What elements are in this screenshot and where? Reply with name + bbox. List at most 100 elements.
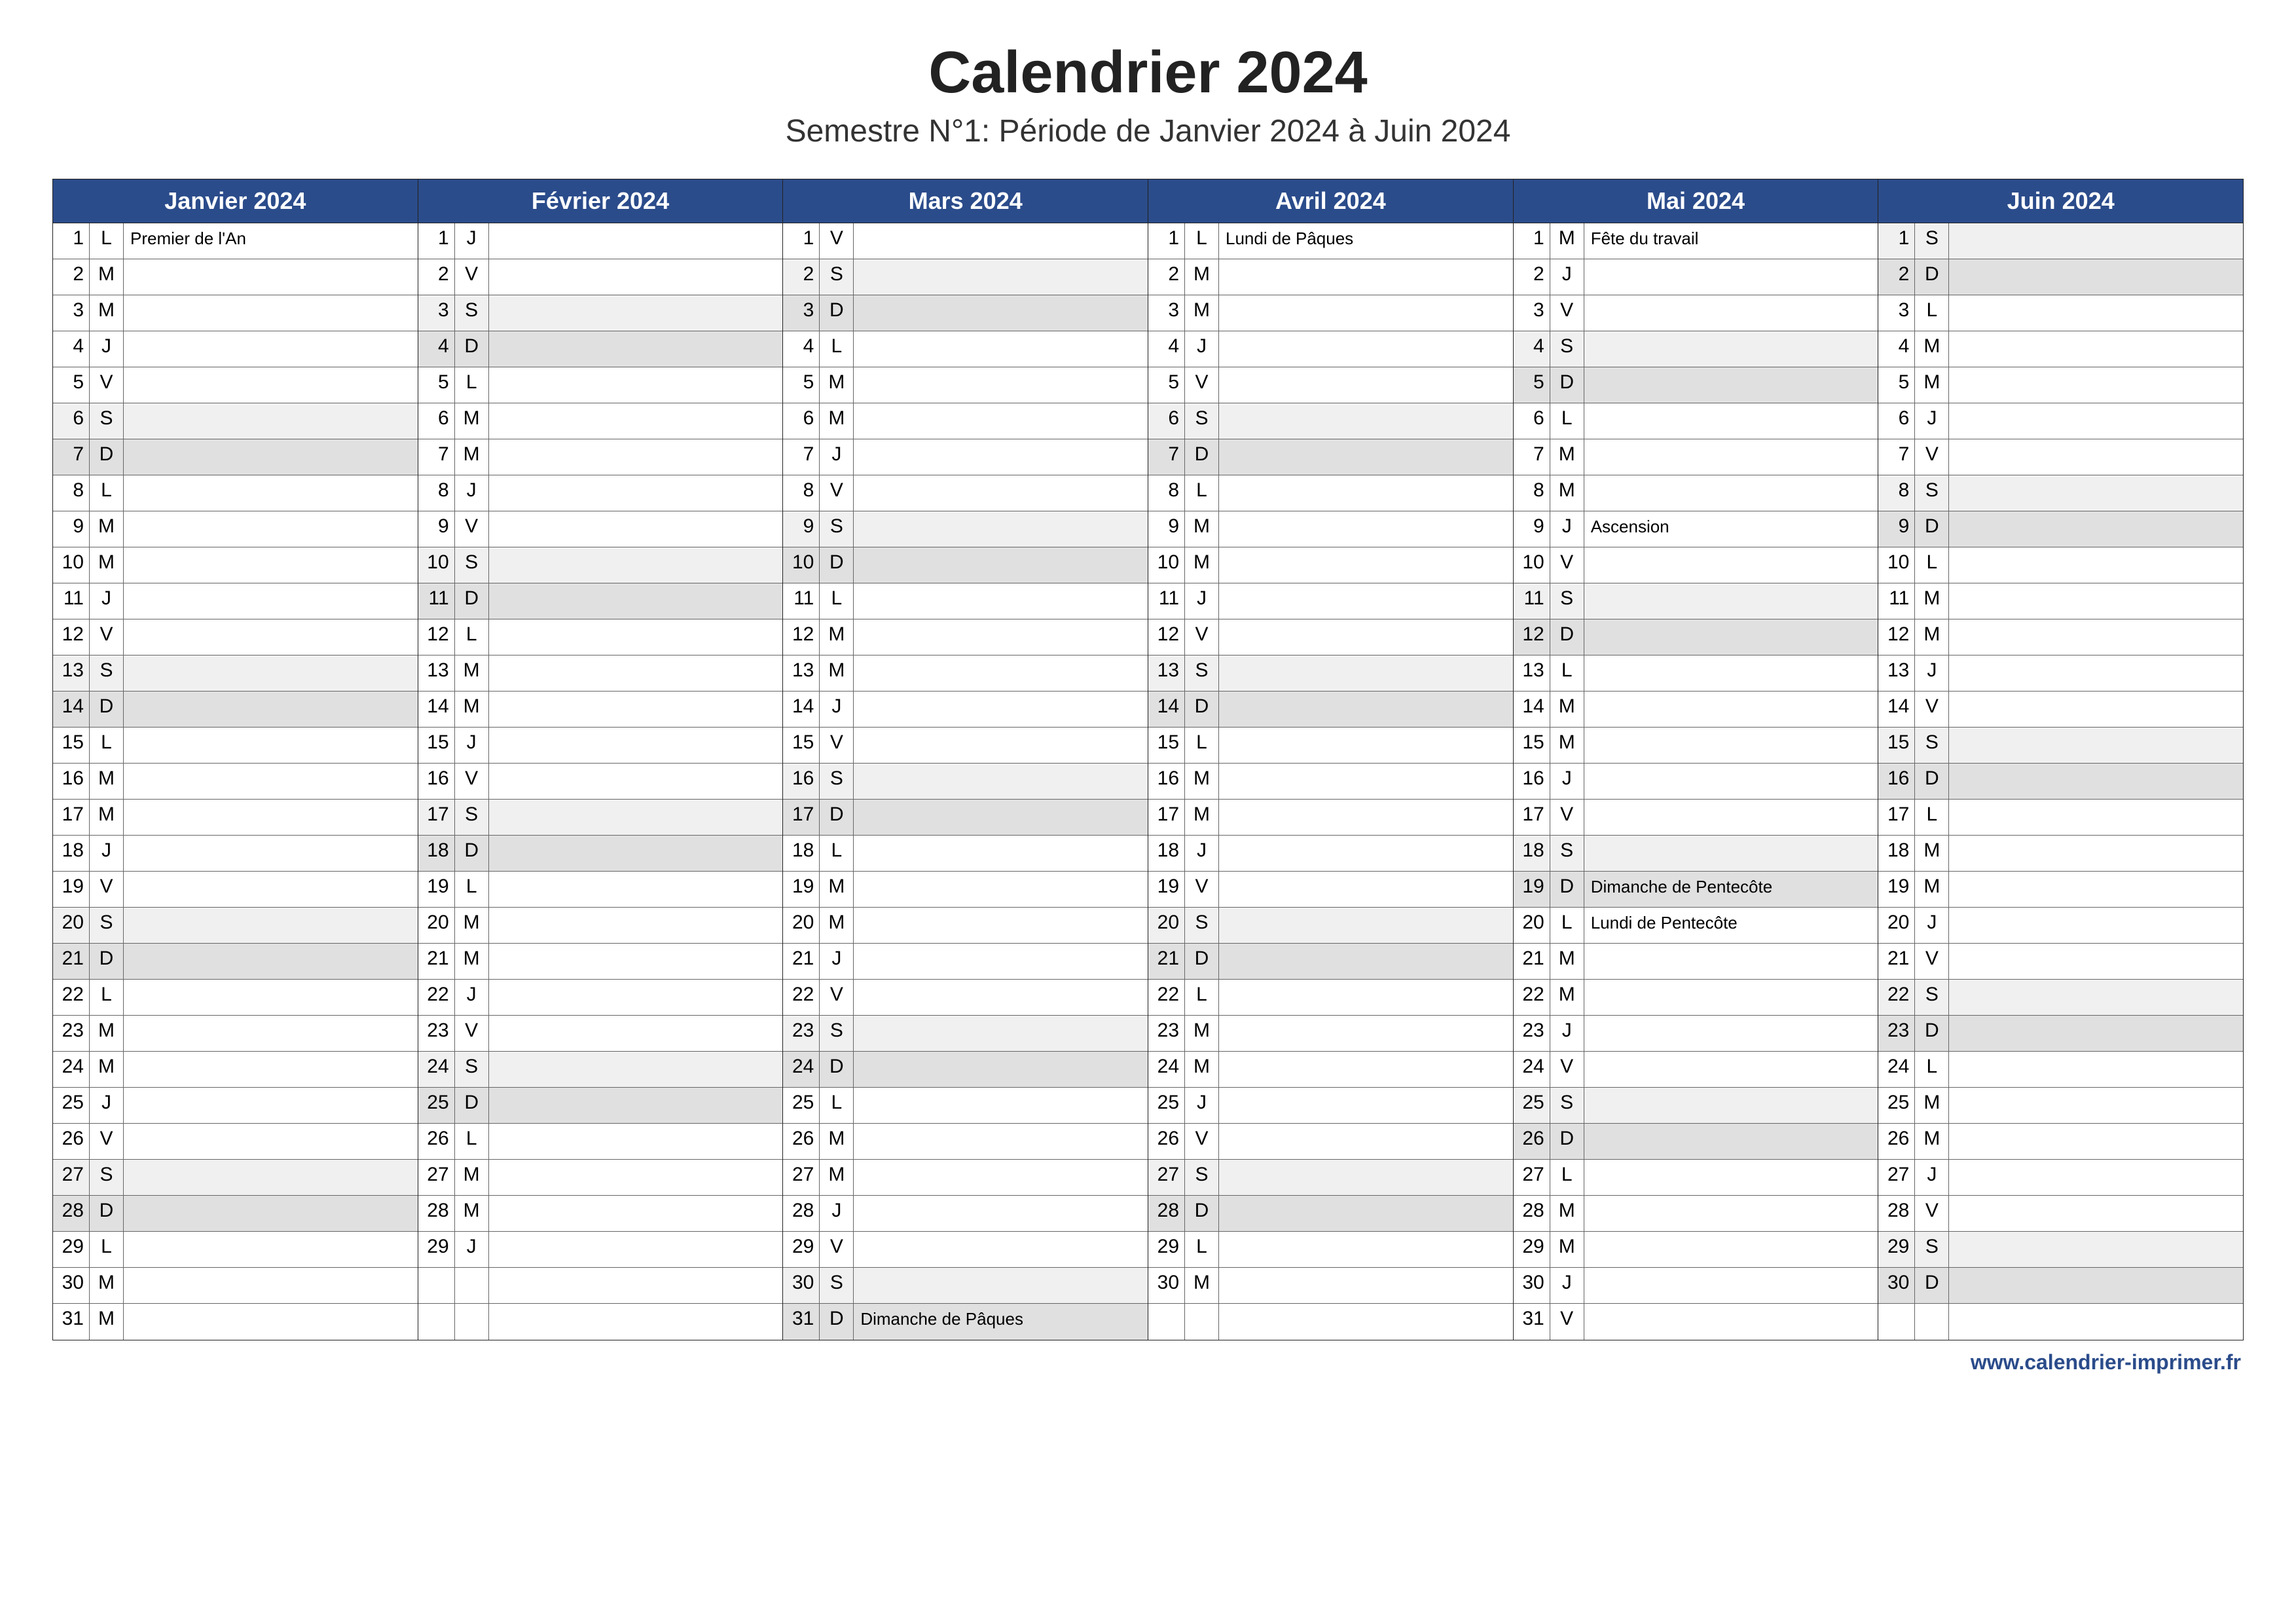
month-header: Mars 2024 (783, 179, 1148, 223)
day-row: 1LPremier de l'An (53, 223, 418, 259)
day-event (124, 1124, 418, 1159)
day-number: 4 (53, 331, 90, 367)
day-row: 16S (783, 764, 1148, 800)
day-number: 15 (1514, 728, 1550, 763)
day-event (1584, 980, 1878, 1015)
day-number: 2 (1148, 259, 1185, 295)
day-row: 28M (1514, 1196, 1878, 1232)
day-weekday: D (820, 547, 854, 583)
day-row: 18J (1148, 836, 1513, 872)
day-weekday: M (90, 764, 124, 799)
day-weekday: S (90, 403, 124, 439)
day-event (1584, 1160, 1878, 1195)
day-number: 27 (1514, 1160, 1550, 1195)
day-row: 15M (1514, 728, 1878, 764)
day-event (1949, 872, 2243, 907)
day-number: 24 (418, 1052, 455, 1087)
day-row: 18M (1878, 836, 2243, 872)
day-event (854, 655, 1148, 691)
day-event (124, 1268, 418, 1303)
day-number: 29 (418, 1232, 455, 1267)
day-event (854, 1016, 1148, 1051)
day-number: 6 (418, 403, 455, 439)
day-weekday: S (1550, 1088, 1584, 1123)
day-event (124, 836, 418, 871)
day-weekday: V (90, 1124, 124, 1159)
day-weekday: D (820, 800, 854, 835)
day-event (1949, 619, 2243, 655)
day-number: 22 (783, 980, 820, 1015)
day-number: 17 (1878, 800, 1915, 835)
day-row: 5L (418, 367, 783, 403)
day-event (124, 439, 418, 475)
day-row: 15L (1148, 728, 1513, 764)
day-event (1949, 403, 2243, 439)
day-number: 8 (1878, 475, 1915, 511)
day-weekday: L (1550, 655, 1584, 691)
day-row: 29L (1148, 1232, 1513, 1268)
day-number: 3 (1514, 295, 1550, 331)
day-row: 11D (418, 583, 783, 619)
day-row: 16D (1878, 764, 2243, 800)
day-row: 29S (1878, 1232, 2243, 1268)
day-weekday: M (90, 1016, 124, 1051)
day-number: 21 (53, 944, 90, 979)
day-row: 2M (1148, 259, 1513, 295)
day-event (1219, 295, 1513, 331)
day-weekday: M (455, 944, 489, 979)
day-number: 12 (1514, 619, 1550, 655)
day-weekday: L (1915, 547, 1949, 583)
day-number: 30 (53, 1268, 90, 1303)
day-weekday: S (1915, 223, 1949, 259)
day-event (854, 1088, 1148, 1123)
day-row: 25S (1514, 1088, 1878, 1124)
day-event (489, 475, 783, 511)
day-event (1949, 259, 2243, 295)
month-column: Avril 20241LLundi de Pâques2M3M4J5V6S7D8… (1148, 179, 1514, 1340)
day-event (1219, 1052, 1513, 1087)
day-number: 31 (1514, 1304, 1550, 1340)
day-number: 7 (53, 439, 90, 475)
day-number: 7 (783, 439, 820, 475)
day-number: 2 (1878, 259, 1915, 295)
day-event (1949, 1052, 2243, 1087)
day-row: 29J (418, 1232, 783, 1268)
day-weekday: J (1550, 511, 1584, 547)
day-weekday: M (90, 259, 124, 295)
day-row: 27S (1148, 1160, 1513, 1196)
day-weekday: V (1185, 1124, 1219, 1159)
day-weekday: V (455, 511, 489, 547)
day-row: 7M (418, 439, 783, 475)
day-weekday: M (820, 367, 854, 403)
day-row: 9JAscension (1514, 511, 1878, 547)
day-number: 22 (53, 980, 90, 1015)
day-event (1584, 1124, 1878, 1159)
day-row: 20S (1148, 908, 1513, 944)
day-number: 15 (418, 728, 455, 763)
day-event (124, 1088, 418, 1123)
day-row: 2S (783, 259, 1148, 295)
day-event (854, 259, 1148, 295)
day-number: 9 (783, 511, 820, 547)
day-number: 22 (1148, 980, 1185, 1015)
day-weekday: L (90, 223, 124, 259)
day-weekday: M (1185, 764, 1219, 799)
day-event (1949, 1196, 2243, 1231)
day-number: 8 (1514, 475, 1550, 511)
day-event (124, 944, 418, 979)
day-weekday: L (1550, 908, 1584, 943)
day-event (854, 295, 1148, 331)
day-row: 20LLundi de Pentecôte (1514, 908, 1878, 944)
day-weekday: M (1185, 259, 1219, 295)
day-row: 3S (418, 295, 783, 331)
day-weekday: M (90, 547, 124, 583)
day-number: 10 (1878, 547, 1915, 583)
day-row: 8L (1148, 475, 1513, 511)
month-header: Juin 2024 (1878, 179, 2243, 223)
day-event: Premier de l'An (124, 223, 418, 259)
day-event (1584, 655, 1878, 691)
day-weekday: V (1550, 1052, 1584, 1087)
day-row: 6S (1148, 403, 1513, 439)
day-weekday: S (455, 1052, 489, 1087)
day-row: 2D (1878, 259, 2243, 295)
